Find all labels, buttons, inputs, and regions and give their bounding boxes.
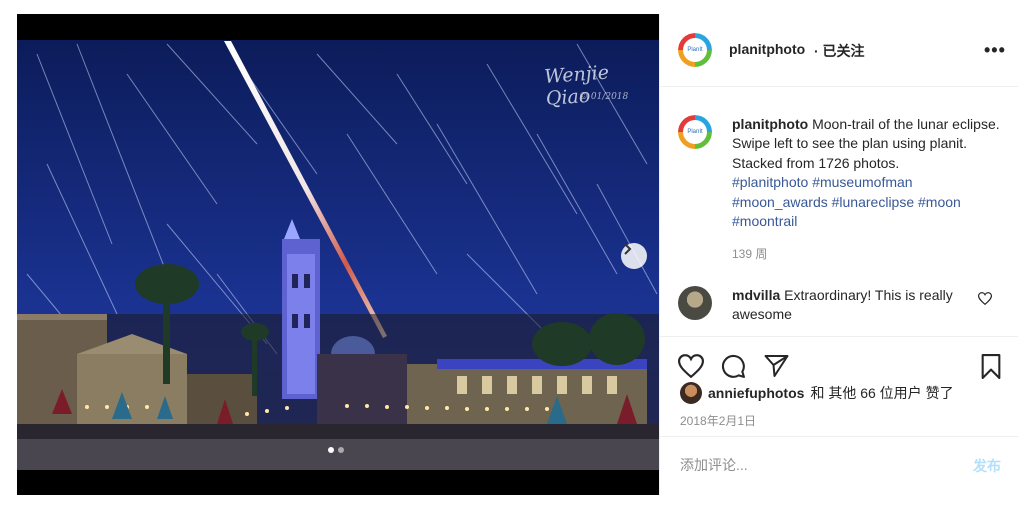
caption-username[interactable]: planitphoto: [732, 116, 808, 132]
caption-avatar[interactable]: PlanIt: [678, 115, 712, 149]
carousel-dot-active: [328, 447, 334, 453]
hashtag[interactable]: #lunareclipse: [832, 194, 915, 210]
liker-avatar[interactable]: [680, 382, 702, 404]
commenter-avatar[interactable]: [678, 286, 712, 320]
following-status[interactable]: · 已关注: [814, 41, 865, 61]
post-header: PlanIt planitphoto · 已关注 •••: [660, 14, 1018, 87]
carousel-indicator: [328, 447, 344, 453]
more-options-icon[interactable]: •••: [984, 40, 1006, 61]
like-comment-icon[interactable]: [978, 292, 992, 305]
hashtag[interactable]: #planitphoto: [732, 174, 808, 190]
header-username[interactable]: planitphoto: [729, 41, 805, 57]
avatar[interactable]: PlanIt: [678, 33, 712, 67]
hashtag[interactable]: #moon_awards: [732, 194, 828, 210]
hashtag[interactable]: #moontrail: [732, 213, 797, 229]
post-sidebar: PlanIt planitphoto · 已关注 ••• PlanIt plan…: [659, 14, 1018, 495]
action-bar: [660, 336, 1018, 387]
add-comment-bar: 发布: [660, 436, 1018, 496]
comment: mdvilla Extraordinary! This is really aw…: [732, 286, 982, 325]
comment-username[interactable]: mdvilla: [732, 287, 780, 303]
share-icon[interactable]: [764, 354, 789, 378]
post: Wenjie Qiao © 01/2018 PlanIt planitphoto…: [17, 14, 1018, 495]
caption: planitphoto Moon-trail of the lunar ecli…: [732, 115, 1002, 265]
post-comment-button[interactable]: 发布: [973, 456, 1001, 476]
signature-watermark: Wenjie Qiao: [543, 61, 610, 110]
carousel-dot: [338, 447, 344, 453]
post-media[interactable]: Wenjie Qiao © 01/2018: [17, 14, 659, 495]
comment-input[interactable]: [678, 456, 942, 474]
liker-username[interactable]: anniefuphotos: [708, 385, 804, 401]
hashtag[interactable]: #museumofman: [812, 174, 912, 190]
like-icon[interactable]: [678, 354, 704, 378]
signature-date: © 01/2018: [579, 92, 629, 102]
likes-text[interactable]: 和 其他 66 位用户 赞了: [810, 383, 953, 403]
comment-icon[interactable]: [721, 354, 746, 379]
chevron-right-icon: [624, 243, 632, 255]
caption-time[interactable]: 139 周: [732, 245, 1002, 264]
post-date[interactable]: 2018年2月1日: [680, 412, 756, 429]
save-bookmark-icon[interactable]: [980, 354, 1002, 379]
likes-summary: anniefuphotos 和 其他 66 位用户 赞了: [680, 382, 954, 404]
next-image-button[interactable]: [621, 243, 647, 269]
hashtag[interactable]: #moon: [918, 194, 961, 210]
